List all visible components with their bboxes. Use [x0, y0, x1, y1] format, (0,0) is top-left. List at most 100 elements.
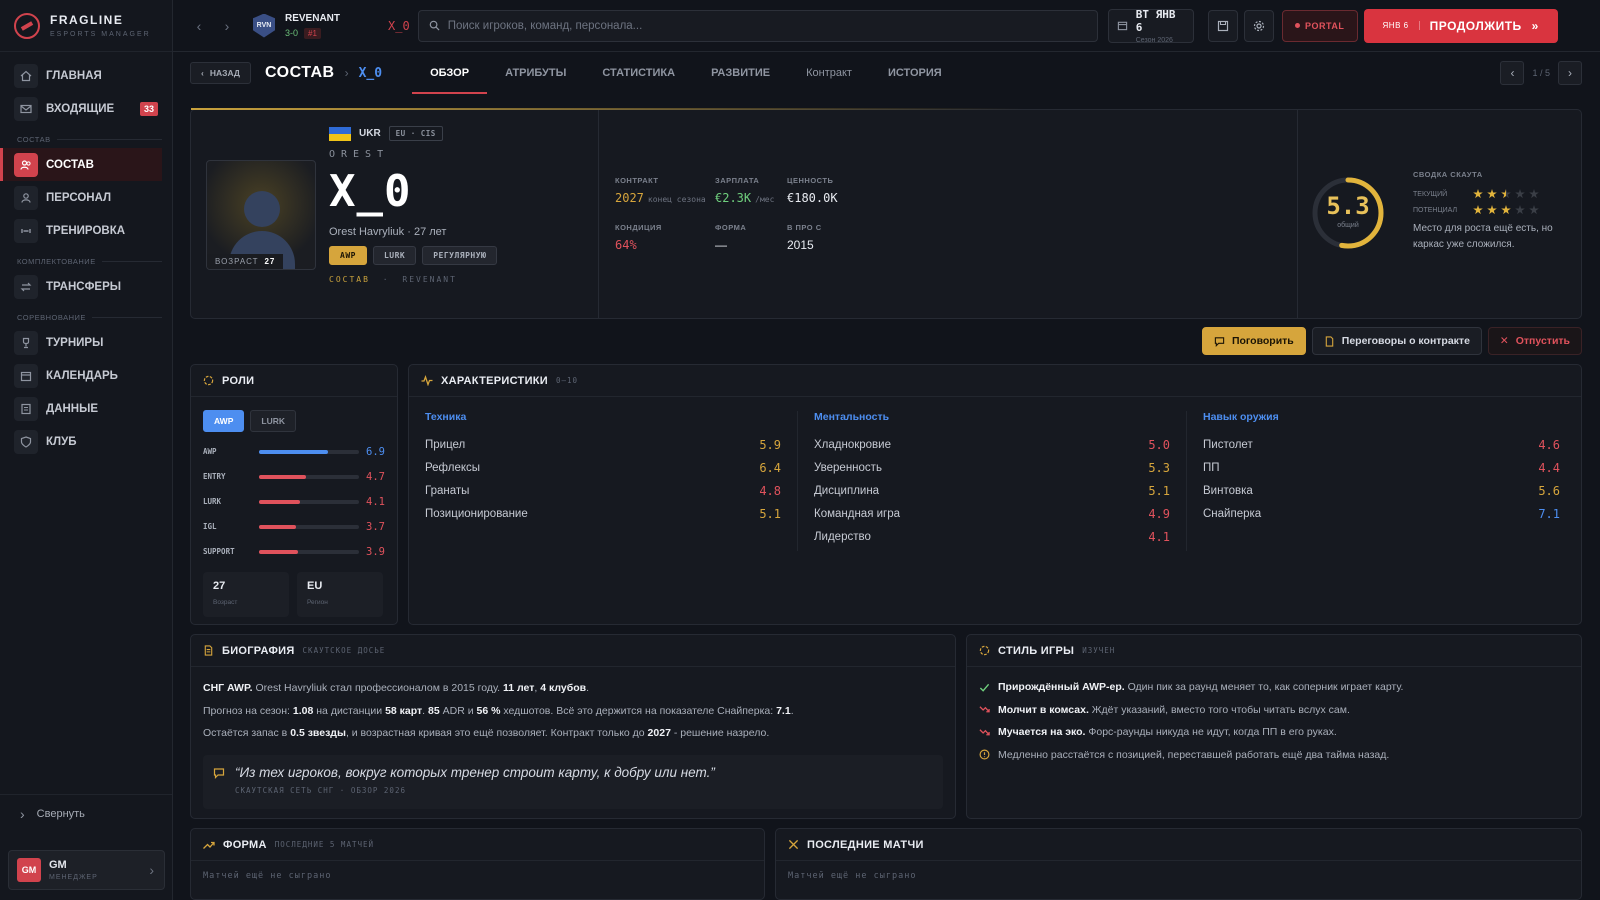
- attribute-column: Техника Прицел 5.9 Рефлексы 6.4 Гранаты 4.8 Поз…: [409, 411, 798, 551]
- nav-forward-arrow-icon[interactable]: ›: [213, 18, 241, 34]
- portrait-head-shape: [244, 191, 280, 227]
- attribute-row[interactable]: Хладнокровие 5.0: [814, 433, 1170, 456]
- sidebar-item-tournaments[interactable]: ТУРНИРЫ: [0, 326, 162, 359]
- attribute-row[interactable]: Гранаты 4.8: [425, 479, 781, 502]
- star-icon: [1487, 205, 1497, 215]
- continue-day: ЯНВ 6: [1383, 21, 1420, 30]
- age-card-label: Возраст: [213, 599, 238, 606]
- pro-since-value: 2015: [787, 238, 814, 252]
- date-display[interactable]: ВТ ЯНВ 6 Сезон 2026: [1107, 8, 1194, 44]
- age-tag: ВОЗРАСТ 27: [207, 254, 284, 269]
- attributes-panel: ХАРАКТЕРИСТИКИ 0–10 Техника Прицел 5.9 Рефл…: [408, 364, 1582, 625]
- sidebar-item-training[interactable]: ТРЕНИРОВКА: [0, 214, 162, 247]
- bio-highlight: 7.1: [776, 704, 791, 717]
- player-full-name: Orest Havryliuk · 27 лет: [329, 226, 447, 238]
- sidebar-item-data[interactable]: ДАННЫЕ: [0, 392, 162, 425]
- sidebar-item-label: ТУРНИРЫ: [46, 336, 104, 349]
- team-line-name: REVENANT: [402, 275, 457, 284]
- panel-header: СТИЛЬ ИГРЫ ИЗУЧЕН: [967, 635, 1581, 667]
- matches-empty-state: Матчей ещё не сыграно: [788, 871, 917, 881]
- sidebar-item-label: ТРАНСФЕРЫ: [46, 280, 122, 293]
- team-logo[interactable]: RVN: [253, 13, 275, 38]
- next-player-button[interactable]: ›: [1558, 61, 1582, 85]
- sidebar-item-inbox[interactable]: ВХОДЯЩИЕ 33: [0, 92, 162, 125]
- player-pager: ‹ 1 / 5 ›: [1500, 61, 1582, 85]
- app-logo[interactable]: FRAGLINE ESPORTS MANAGER: [0, 0, 172, 52]
- dumbbell-icon: [14, 218, 38, 243]
- continue-button[interactable]: ЯНВ 6 ПРОДОЛЖИТЬ »: [1363, 8, 1558, 43]
- search-box[interactable]: [417, 9, 1098, 42]
- sidebar-item-squad[interactable]: СОСТАВ: [0, 148, 162, 181]
- star-icon: [1501, 205, 1511, 215]
- attribute-row[interactable]: Позиционирование 5.1: [425, 502, 781, 525]
- star-icon: [1473, 189, 1483, 199]
- attribute-columns: Техника Прицел 5.9 Рефлексы 6.4 Гранаты 4.8 Поз…: [409, 397, 1581, 551]
- sidebar-item-home[interactable]: ГЛАВНАЯ: [0, 59, 162, 92]
- fact-label: КОНТРАКТ: [615, 176, 659, 185]
- tab-statistics[interactable]: СТАТИСТИКА: [584, 52, 693, 94]
- bio-text-span: - решение назрело.: [670, 727, 770, 739]
- team-line: СОСТАВ · REVENANT: [329, 275, 497, 284]
- avatar: GM: [17, 858, 41, 882]
- attribute-row[interactable]: Снайперка 7.1: [1203, 502, 1560, 525]
- attribute-row[interactable]: ПП 4.4: [1203, 456, 1560, 479]
- release-button[interactable]: ✕ Отпустить: [1487, 327, 1582, 355]
- sidebar-item-staff[interactable]: ПЕРСОНАЛ: [0, 181, 162, 214]
- chevron-left-icon: ‹: [201, 68, 204, 78]
- save-button[interactable]: [1207, 9, 1238, 42]
- attribute-row[interactable]: Пистолет 4.6: [1203, 433, 1560, 456]
- prev-player-button[interactable]: ‹: [1500, 61, 1525, 85]
- talk-label: Поговорить: [1231, 335, 1294, 347]
- tab-attributes[interactable]: АТРИБУТЫ: [487, 52, 584, 94]
- attribute-row[interactable]: Рефлексы 6.4: [425, 456, 781, 479]
- collapse-sidebar-button[interactable]: › Свернуть: [0, 794, 172, 824]
- talk-button[interactable]: Поговорить: [1201, 327, 1306, 355]
- player-hero-card: ВОЗРАСТ 27 UKR EU · CIS OREST X_0 Orest H…: [190, 108, 1582, 319]
- tab-history[interactable]: ИСТОРИЯ: [870, 52, 960, 94]
- condition-value: 64%: [615, 238, 637, 252]
- tab-overview[interactable]: ОБЗОР: [412, 52, 488, 94]
- divider: [1297, 110, 1298, 318]
- panel-header: РОЛИ: [191, 365, 397, 397]
- role-chips: AWP LURK РЕГУЛЯРНУЮ: [329, 246, 498, 265]
- tab-contract[interactable]: Контракт: [788, 52, 870, 94]
- team-record: 3-0: [285, 28, 299, 38]
- playstyle-trait: Медленно расстаётся с позицией, перестав…: [979, 744, 1569, 767]
- trend-down-icon: [979, 727, 990, 738]
- search-input[interactable]: [447, 19, 1087, 32]
- tab-development[interactable]: РАЗВИТИЕ: [693, 52, 788, 94]
- role-tab-lurk[interactable]: LURK: [250, 410, 296, 432]
- sidebar-nav: ГЛАВНАЯ ВХОДЯЩИЕ 33 СОСТАВ СОСТАВ ПЕРСОН…: [0, 52, 172, 458]
- attribute-value: 4.9: [1148, 506, 1170, 521]
- attribute-row[interactable]: Прицел 5.9: [425, 433, 781, 456]
- attribute-row[interactable]: Уверенность 5.3: [814, 456, 1170, 479]
- negotiate-contract-button[interactable]: Переговоры о контракте: [1311, 327, 1482, 355]
- bio-text-span: .: [586, 682, 590, 694]
- manager-card[interactable]: GM GM МЕНЕДЖЕР ›: [8, 850, 165, 890]
- back-button[interactable]: ‹ НАЗАД: [190, 62, 251, 84]
- sidebar-item-calendar[interactable]: КАЛЕНДАРЬ: [0, 359, 162, 392]
- document-icon: [203, 645, 214, 656]
- attribute-row[interactable]: Дисциплина 5.1: [814, 479, 1170, 502]
- role-tab-awp[interactable]: AWP: [203, 410, 245, 432]
- negotiate-label: Переговоры о контракте: [1341, 335, 1470, 347]
- nav-back-arrow-icon[interactable]: ‹: [185, 18, 213, 34]
- sidebar-item-club[interactable]: КЛУБ: [0, 425, 162, 458]
- overall-rating-value: 5.3: [1326, 192, 1370, 220]
- attribute-row[interactable]: Лидерство 4.1: [814, 525, 1170, 548]
- team-info[interactable]: REVENANT 3-0 #1: [285, 13, 340, 39]
- attribute-value: 6.4: [759, 460, 781, 475]
- inbox-count-badge: 33: [139, 101, 158, 116]
- portal-button[interactable]: PORTAL: [1281, 9, 1358, 42]
- trait-description: Ждёт указаний, вместо того чтобы читать …: [1088, 703, 1350, 716]
- bio-text-span: Остаётся запас в: [203, 727, 291, 739]
- chevron-left-icon: ‹: [1510, 66, 1515, 80]
- settings-button[interactable]: [1243, 9, 1274, 42]
- attribute-name: Гранаты: [425, 484, 470, 497]
- role-name: SUPPORT: [203, 547, 235, 556]
- contract-unit: конец сезона: [647, 195, 706, 204]
- attribute-row[interactable]: Винтовка 5.6: [1203, 479, 1560, 502]
- attribute-row[interactable]: Командная игра 4.9: [814, 502, 1170, 525]
- sidebar-item-transfers[interactable]: ТРАНСФЕРЫ: [0, 270, 162, 303]
- breadcrumb-player[interactable]: X_0: [359, 66, 382, 81]
